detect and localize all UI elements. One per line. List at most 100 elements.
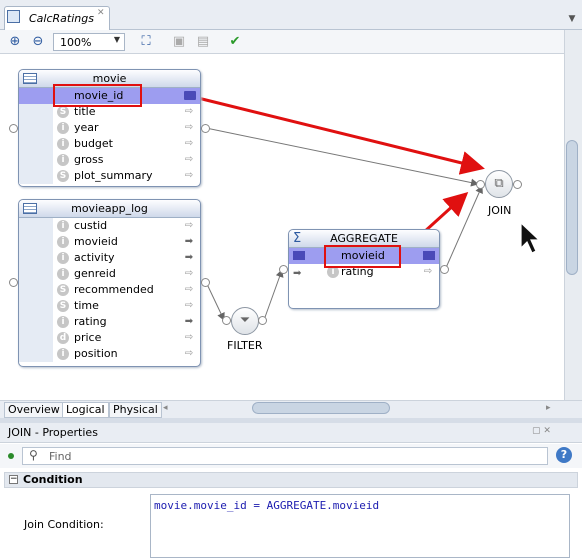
- join-label: JOIN: [488, 204, 512, 217]
- column-gross[interactable]: i gross ⇨: [19, 152, 200, 168]
- column-position[interactable]: i position ⇨: [19, 346, 200, 362]
- properties-title: JOIN - Properties: [8, 426, 98, 439]
- input-port-icon: [293, 251, 305, 260]
- type-icon: S: [57, 284, 69, 296]
- vertical-scroll-thumb[interactable]: [566, 140, 578, 275]
- arrow-right-icon: ⇨: [184, 332, 194, 343]
- tab-label: Physical: [113, 403, 158, 416]
- column-recommended[interactable]: Srecommended ⇨: [19, 282, 200, 298]
- type-icon: i: [57, 252, 69, 264]
- movieapp-log-table-node[interactable]: movieapp_log i custid ⇨ i movieid ➡ i activit…: [18, 199, 201, 367]
- column-time[interactable]: Stime ⇨: [19, 298, 200, 314]
- column-label: year: [74, 121, 99, 134]
- type-icon: i: [57, 154, 69, 166]
- type-icon: i: [57, 316, 69, 328]
- column-genreid[interactable]: i genreid ⇨: [19, 266, 200, 282]
- output-port[interactable]: [201, 278, 210, 287]
- mouse-cursor-icon: [520, 221, 541, 254]
- input-port[interactable]: [9, 124, 18, 133]
- column-label: price: [74, 331, 102, 344]
- type-icon: i: [57, 122, 69, 134]
- type-icon: i: [57, 138, 69, 150]
- log-table-title: movieapp_log: [71, 202, 148, 215]
- filter-node[interactable]: ⏷: [231, 307, 259, 335]
- column-label: activity: [74, 251, 115, 264]
- aggregate-title: AGGREGATE: [330, 232, 398, 245]
- funnel-icon: ⏷: [239, 313, 251, 328]
- arrow-right-icon: ⇨: [184, 300, 194, 311]
- join-condition-editor[interactable]: movie.movie_id = AGGREGATE.movieid: [150, 494, 570, 558]
- column-rating[interactable]: i rating ➡: [19, 314, 200, 330]
- column-label: custid: [74, 219, 108, 232]
- arrow-right-icon: ⇨: [184, 154, 194, 165]
- column-budget[interactable]: i budget ⇨: [19, 136, 200, 152]
- arrow-right-icon: ⇨: [184, 348, 194, 359]
- join-node[interactable]: ⧉: [485, 170, 513, 198]
- arrow-right-icon: ⇨: [184, 122, 194, 133]
- panel-controls[interactable]: ▢ ✕: [532, 426, 551, 436]
- arrow-right-icon: ⇨: [423, 266, 433, 277]
- filter-to-aggregate-line: [263, 269, 284, 321]
- type-icon: i: [57, 268, 69, 280]
- column-label: time: [74, 299, 99, 312]
- tab-logical[interactable]: Logical: [62, 402, 109, 418]
- tab-overview[interactable]: Overview: [4, 402, 64, 418]
- help-icon[interactable]: ?: [556, 447, 572, 463]
- log-to-filter-line: [205, 281, 225, 321]
- type-icon: i: [57, 220, 69, 232]
- column-label: budget: [74, 137, 113, 150]
- arrow-right-filled-icon: ➡: [184, 252, 194, 263]
- arrow-right-icon: ⇨: [184, 268, 194, 279]
- arrow-right-filled-icon: ➡: [184, 316, 194, 327]
- column-movieid[interactable]: i movieid ➡: [19, 234, 200, 250]
- column-year[interactable]: i year ⇨: [19, 120, 200, 136]
- scroll-left-icon[interactable]: ◂: [163, 403, 168, 413]
- condition-section-title: Condition: [23, 473, 83, 486]
- output-port-icon: [184, 91, 196, 100]
- function-arrow-icon: ➡: [293, 268, 302, 279]
- tab-label: Overview: [8, 403, 60, 416]
- table-icon: [23, 73, 37, 84]
- arrow-right-icon: ⇨: [184, 284, 194, 295]
- tab-label: Logical: [66, 403, 105, 416]
- condition-section-header[interactable]: Condition: [4, 472, 578, 488]
- type-icon: S: [57, 300, 69, 312]
- output-port[interactable]: [258, 316, 267, 325]
- column-label: genreid: [74, 267, 116, 280]
- join-condition-text: movie.movie_id = AGGREGATE.movieid: [154, 499, 380, 512]
- type-icon: d: [57, 332, 69, 344]
- input-port[interactable]: [476, 180, 485, 189]
- column-activity[interactable]: i activity ➡: [19, 250, 200, 266]
- arrow-right-icon: ⇨: [184, 220, 194, 231]
- movie-id-annotation-arrow: [197, 96, 485, 175]
- join-condition-label: Join Condition:: [24, 518, 104, 531]
- type-icon: i: [57, 348, 69, 360]
- find-input[interactable]: ⚲ Find: [22, 447, 548, 465]
- output-port[interactable]: [513, 180, 522, 189]
- aggregate-node[interactable]: Σ AGGREGATE movieid ➡ i rating ⇨: [288, 229, 440, 309]
- column-custid[interactable]: i custid ⇨: [19, 218, 200, 234]
- type-icon: S: [57, 106, 69, 118]
- column-label: position: [74, 347, 118, 360]
- input-port[interactable]: [279, 265, 288, 274]
- type-icon: i: [57, 236, 69, 248]
- output-port-icon: [423, 251, 435, 260]
- input-port[interactable]: [222, 316, 231, 325]
- tab-physical[interactable]: Physical: [109, 402, 162, 418]
- collapse-icon[interactable]: −: [9, 475, 18, 484]
- horizontal-scroll-thumb[interactable]: [252, 402, 390, 414]
- column-price[interactable]: d price ⇨: [19, 330, 200, 346]
- column-plot-summary[interactable]: Splot_summary ⇨: [19, 168, 200, 184]
- search-icon: ⚲: [29, 448, 38, 462]
- column-label: movieid: [74, 235, 118, 248]
- arrow-right-icon: ⇨: [184, 138, 194, 149]
- arrow-right-icon: ⇨: [184, 106, 194, 117]
- output-port[interactable]: [440, 265, 449, 274]
- filter-label: FILTER: [227, 339, 263, 352]
- input-port[interactable]: [9, 278, 18, 287]
- column-label: plot_summary: [74, 169, 153, 182]
- join-icon: ⧉: [494, 176, 504, 191]
- output-port[interactable]: [201, 124, 210, 133]
- sigma-icon: Σ: [293, 231, 302, 246]
- table-icon: [23, 203, 37, 214]
